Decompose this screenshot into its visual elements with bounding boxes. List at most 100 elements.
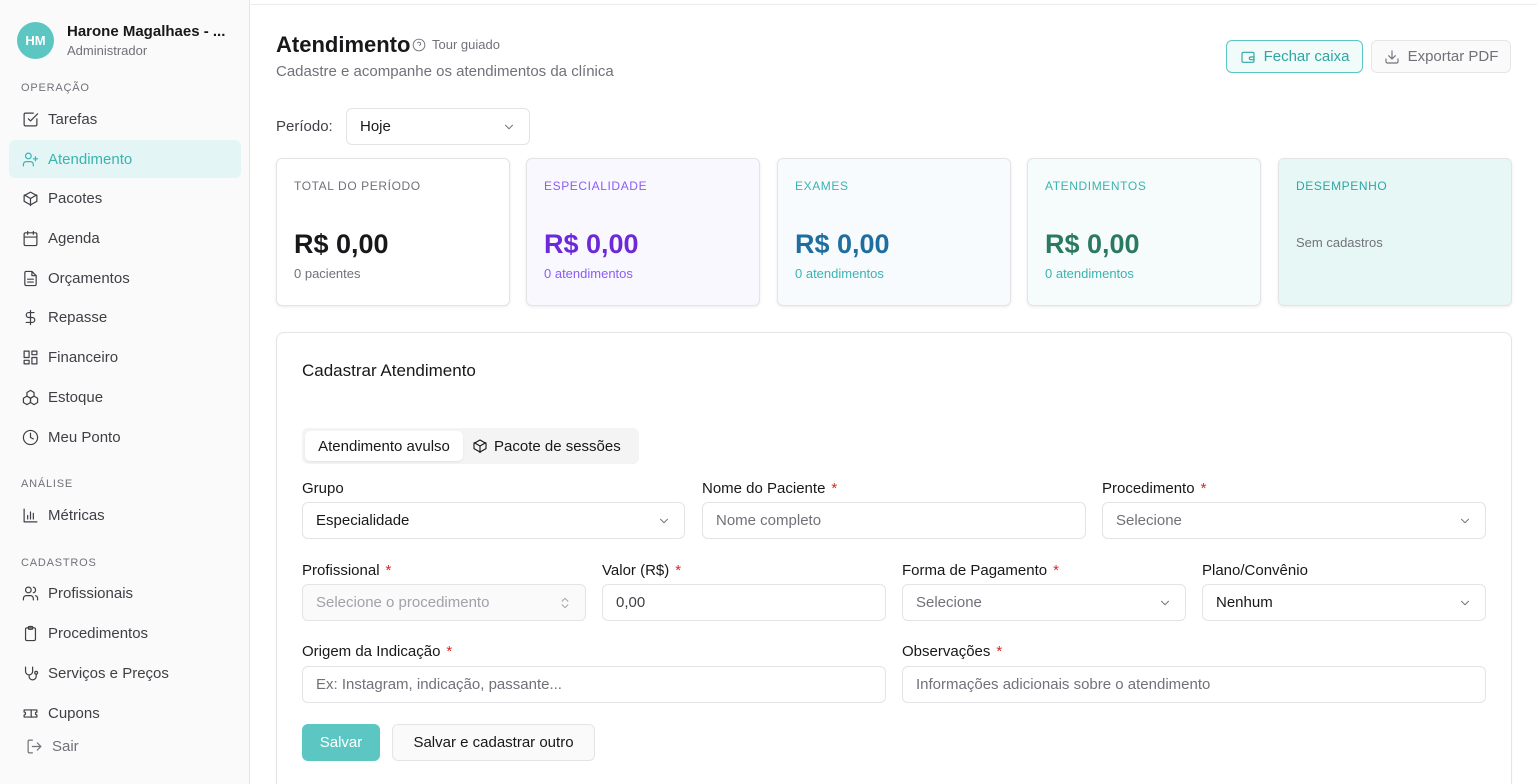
logout-icon <box>25 737 43 755</box>
sidebar-item-label: Serviços e Preços <box>48 664 169 682</box>
sidebar-item-metricas[interactable]: Métricas <box>9 496 241 534</box>
card-subtext: 0 atendimentos <box>795 266 884 281</box>
sidebar-item-label: Procedimentos <box>48 624 149 642</box>
help-circle-icon <box>412 38 426 51</box>
periodo-select[interactable]: Hoje <box>346 108 530 145</box>
card-value: R$ 0,00 <box>294 229 389 259</box>
exportar-pdf-label: Exportar PDF <box>1407 48 1499 65</box>
card-subtext: 0 atendimentos <box>1045 266 1134 281</box>
form-tabs: Atendimento avulso Pacote de sessões <box>302 428 639 464</box>
tab-atendimento-avulso[interactable]: Atendimento avulso <box>305 431 463 461</box>
summary-card-desempenho: DESEMPENHO Sem cadastros <box>1278 158 1512 306</box>
valor-input[interactable]: 0,00 <box>602 584 886 621</box>
chevron-down-icon <box>1458 596 1472 610</box>
grupo-select[interactable]: Especialidade <box>302 502 685 539</box>
sidebar: HM Harone Magalhaes - ... Administrador … <box>0 0 250 784</box>
chevron-down-icon <box>657 514 671 528</box>
pagamento-placeholder: Selecione <box>916 594 982 611</box>
clock-icon <box>21 428 39 446</box>
user-profile[interactable]: HM Harone Magalhaes - ... Administrador <box>17 22 225 59</box>
observacoes-placeholder: Informações adicionais sobre o atendimen… <box>916 676 1211 693</box>
paciente-placeholder: Nome completo <box>716 512 822 529</box>
pagamento-select[interactable]: Selecione <box>902 584 1186 621</box>
section-label-analise: ANÁLISE <box>21 478 74 490</box>
bar-chart-icon <box>21 506 39 524</box>
fechar-caixa-label: Fechar caixa <box>1263 48 1350 65</box>
boxes-icon <box>21 388 39 406</box>
sidebar-item-profissionais[interactable]: Profissionais <box>9 574 241 612</box>
sidebar-item-atendimento[interactable]: Atendimento <box>9 140 241 178</box>
procedimento-label: Procedimento * <box>1102 480 1207 497</box>
users-icon <box>21 584 39 602</box>
card-label: EXAMES <box>795 179 849 193</box>
user-plus-icon <box>21 150 39 168</box>
periodo-value: Hoje <box>360 118 391 135</box>
observacoes-label: Observações * <box>902 643 1003 660</box>
sidebar-item-tarefas[interactable]: Tarefas <box>9 100 241 138</box>
task-check-icon <box>21 110 39 128</box>
package-icon <box>21 189 39 207</box>
origem-input[interactable]: Ex: Instagram, indicação, passante... <box>302 666 886 703</box>
sidebar-item-estoque[interactable]: Estoque <box>9 378 241 416</box>
tour-guide-link[interactable]: Tour guiado <box>412 37 500 52</box>
paciente-input[interactable]: Nome completo <box>702 502 1086 539</box>
sidebar-item-repasse[interactable]: Repasse <box>9 298 241 336</box>
profissional-placeholder: Selecione o procedimento <box>316 594 490 611</box>
sidebar-item-label: Financeiro <box>48 348 119 366</box>
sidebar-item-label: Profissionais <box>48 584 134 602</box>
chevron-down-icon <box>502 120 516 134</box>
tab-label: Atendimento avulso <box>318 437 450 455</box>
grupo-value: Especialidade <box>316 512 410 529</box>
calendar-icon <box>21 229 39 247</box>
logout-button[interactable]: Sair <box>9 727 241 765</box>
sidebar-item-financeiro[interactable]: Financeiro <box>9 338 241 376</box>
section-label-cadastros: CADASTROS <box>21 557 97 569</box>
document-icon <box>21 269 39 287</box>
summary-card-total: TOTAL DO PERÍODO R$ 0,00 0 pacientes <box>276 158 510 306</box>
tab-pacote-sessoes[interactable]: Pacote de sessões <box>472 431 632 461</box>
sidebar-item-label: Métricas <box>48 506 105 524</box>
sidebar-item-label: Atendimento <box>48 150 133 168</box>
sidebar-item-label: Repasse <box>48 308 108 326</box>
stethoscope-icon <box>21 664 39 682</box>
ticket-icon <box>21 704 39 722</box>
save-and-new-button[interactable]: Salvar e cadastrar outro <box>392 724 595 761</box>
form-title: Cadastrar Atendimento <box>302 361 476 380</box>
tab-label: Pacote de sessões <box>494 437 621 455</box>
user-role: Administrador <box>67 43 148 58</box>
top-divider <box>251 0 1537 5</box>
plano-select[interactable]: Nenhum <box>1202 584 1486 621</box>
package-icon <box>473 439 487 454</box>
card-value: R$ 0,00 <box>795 229 890 259</box>
card-label: DESEMPENHO <box>1296 179 1388 193</box>
observacoes-input[interactable]: Informações adicionais sobre o atendimen… <box>902 666 1486 703</box>
clipboard-icon <box>21 624 39 642</box>
grid-icon <box>21 348 39 366</box>
card-label: ESPECIALIDADE <box>544 179 648 193</box>
procedimento-placeholder: Selecione <box>1116 512 1182 529</box>
sidebar-item-meu-ponto[interactable]: Meu Ponto <box>9 418 241 456</box>
save-button[interactable]: Salvar <box>302 724 380 761</box>
valor-label: Valor (R$) * <box>602 562 682 579</box>
card-subtext: 0 pacientes <box>294 266 361 281</box>
sidebar-item-pacotes[interactable]: Pacotes <box>9 179 241 217</box>
sidebar-item-orcamentos[interactable]: Orçamentos <box>9 259 241 297</box>
valor-value: 0,00 <box>616 594 646 611</box>
card-subtext: 0 atendimentos <box>544 266 633 281</box>
sidebar-item-procedimentos[interactable]: Procedimentos <box>9 614 241 652</box>
fechar-caixa-button[interactable]: Fechar caixa <box>1226 40 1363 73</box>
procedimento-select[interactable]: Selecione <box>1102 502 1486 539</box>
profissional-label: Profissional * <box>302 562 392 579</box>
card-label: ATENDIMENTOS <box>1045 179 1147 193</box>
page-title: Atendimento <box>276 32 411 57</box>
exportar-pdf-button[interactable]: Exportar PDF <box>1371 40 1511 73</box>
user-name: Harone Magalhaes - ... <box>67 23 226 40</box>
avatar: HM <box>17 22 54 59</box>
chevron-down-icon <box>1158 596 1172 610</box>
periodo-label: Período: <box>276 118 333 135</box>
profissional-select[interactable]: Selecione o procedimento <box>302 584 586 621</box>
chevron-down-icon <box>1458 514 1472 528</box>
sidebar-item-servicos[interactable]: Serviços e Preços <box>9 654 241 692</box>
sidebar-item-agenda[interactable]: Agenda <box>9 219 241 257</box>
sidebar-item-label: Meu Ponto <box>48 428 121 446</box>
